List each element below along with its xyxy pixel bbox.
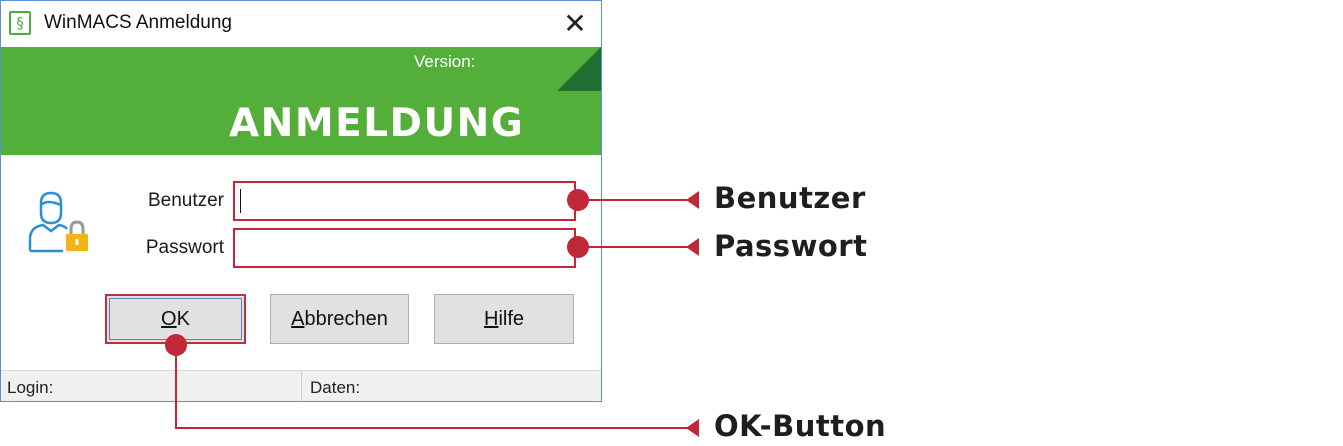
callout-arrow-password (686, 238, 699, 256)
callout-dot-password (567, 236, 589, 258)
callout-overlay (165, 189, 699, 437)
callout-label-ok: OK-Button (714, 409, 887, 443)
callout-arrow-ok (686, 419, 699, 437)
callout-label-password: Passwort (714, 229, 868, 263)
callout-label-user: Benutzer (714, 181, 866, 215)
callout-dot-ok (165, 334, 187, 356)
callout-arrow-user (686, 191, 699, 209)
callout-dot-user (567, 189, 589, 211)
callout-line-ok (175, 345, 696, 429)
